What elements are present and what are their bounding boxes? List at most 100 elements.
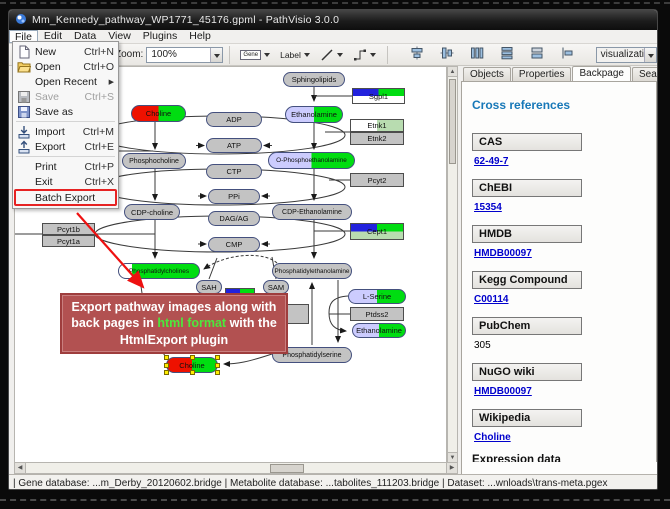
distribute-horizontal-button[interactable] bbox=[466, 46, 488, 64]
menu-plugins[interactable]: Plugins bbox=[137, 30, 183, 43]
label-tool-button[interactable]: Label bbox=[276, 46, 314, 64]
distribute-horizontal-icon bbox=[470, 46, 484, 63]
pathway-node-ctp[interactable]: CTP bbox=[206, 164, 262, 179]
pathway-node-o-phosphoethanolamine[interactable]: O-Phosphoethanolamine bbox=[268, 152, 355, 169]
selection-handle[interactable] bbox=[190, 370, 195, 375]
node-label: Choline bbox=[146, 109, 171, 118]
xref-link[interactable]: C00114 bbox=[474, 294, 508, 305]
pathway-node-etnk1[interactable]: Etnk1 bbox=[350, 119, 404, 132]
pathway-node-choline[interactable]: Choline bbox=[131, 105, 186, 122]
submenu-arrow-icon: ▶ bbox=[109, 78, 114, 86]
pathway-node-l-serine[interactable]: L-Serine bbox=[348, 289, 406, 304]
pathway-node-atp[interactable]: ATP bbox=[206, 138, 262, 153]
tab-objects[interactable]: Objects bbox=[463, 67, 511, 81]
menu-help[interactable]: Help bbox=[183, 30, 217, 43]
connector-tool-button[interactable] bbox=[349, 46, 380, 64]
selection-handle[interactable] bbox=[215, 370, 220, 375]
pathway-node-phosphatidylcholines[interactable]: Phosphatidylcholines bbox=[118, 263, 200, 279]
file-menu-item-open[interactable]: OpenCtrl+O bbox=[13, 59, 118, 74]
selection-handle[interactable] bbox=[215, 355, 220, 360]
pathway-node-ethanolamine[interactable]: Ethanolamine bbox=[352, 323, 406, 338]
file-menu-item-batch-export[interactable]: Batch Export bbox=[13, 189, 118, 206]
file-menu-item-export[interactable]: ExportCtrl+E bbox=[13, 139, 118, 154]
align-center-y-button[interactable] bbox=[436, 46, 458, 64]
pathway-node-phosphocholine[interactable]: Phosphocholine bbox=[122, 153, 186, 169]
xref-link[interactable]: HMDB00097 bbox=[474, 248, 532, 259]
node-label: Phosphatidylserine bbox=[282, 352, 341, 359]
gene-datanode-button[interactable]: Gene bbox=[236, 46, 274, 64]
horizontal-scroll-thumb[interactable] bbox=[270, 464, 304, 473]
chevron-down-icon[interactable] bbox=[644, 48, 656, 62]
backpage-panel: Cross references CAS62-49-7ChEBI15354HMD… bbox=[461, 81, 657, 475]
window-title: Mm_Kennedy_pathway_WP1771_45176.gpml - P… bbox=[32, 14, 339, 26]
pathway-node-etnk2[interactable]: Etnk2 bbox=[350, 132, 404, 145]
pathway-node-cmp[interactable]: CMP bbox=[208, 237, 260, 252]
tab-properties[interactable]: Properties bbox=[512, 67, 572, 81]
xref-source-name: Kegg Compound bbox=[472, 271, 582, 289]
pathway-node-pcyt1a[interactable]: Pcyt1a bbox=[42, 235, 95, 247]
pathway-node-cdp-choline[interactable]: CDP-choline bbox=[124, 204, 180, 220]
selection-handle[interactable] bbox=[215, 363, 220, 368]
gene-datanode-icon: Gene bbox=[240, 50, 261, 60]
pathvisio-window: Mm_Kennedy_pathway_WP1771_45176.gpml - P… bbox=[8, 9, 658, 490]
file-menu-item-save[interactable]: SaveCtrl+S bbox=[13, 89, 118, 104]
file-menu-item-print[interactable]: PrintCtrl+P bbox=[13, 159, 118, 174]
pathway-node-cept1[interactable]: Cept1 bbox=[350, 223, 404, 240]
vertical-scroll-thumb[interactable] bbox=[449, 79, 456, 164]
scroll-down-icon[interactable]: ▼ bbox=[448, 452, 457, 462]
file-menu-item-open-recent[interactable]: Open Recent▶ bbox=[13, 74, 118, 89]
zoom-combobox[interactable]: 100% bbox=[146, 47, 222, 63]
distribute-vertical-button[interactable] bbox=[496, 46, 518, 64]
canvas-vertical-scrollbar[interactable]: ▲ ▼ bbox=[447, 66, 458, 463]
scroll-left-icon[interactable]: ◀ bbox=[15, 463, 26, 473]
pathway-node-sphingolipids[interactable]: Sphingolipids bbox=[283, 72, 345, 87]
pathway-node-sgpl1[interactable]: Sgpl1 bbox=[352, 88, 405, 104]
xref-link[interactable]: HMDB00097 bbox=[474, 386, 532, 397]
pathway-node-cdp-ethanolamine[interactable]: CDP-Ethanolamine bbox=[272, 204, 352, 220]
pathway-node-adp[interactable]: ADP bbox=[206, 112, 262, 127]
screenshot-background: Mm_Kennedy_pathway_WP1771_45176.gpml - P… bbox=[0, 0, 670, 509]
xref-link[interactable]: Choline bbox=[474, 432, 511, 443]
node-label: Sphingolipids bbox=[292, 75, 337, 84]
align-bracket-button[interactable] bbox=[556, 46, 578, 64]
line-icon bbox=[320, 48, 334, 62]
pathway-node-dag-ag[interactable]: DAG/AG bbox=[208, 211, 260, 226]
pathway-node-ppi[interactable]: PPi bbox=[208, 189, 260, 204]
selection-handle[interactable] bbox=[164, 355, 169, 360]
node-label: Pcyt2 bbox=[368, 176, 387, 185]
scroll-right-icon[interactable]: ▶ bbox=[446, 463, 457, 473]
selection-handle[interactable] bbox=[190, 355, 195, 360]
align-stack-button[interactable] bbox=[526, 46, 548, 64]
file-menu-item-import[interactable]: ImportCtrl+M bbox=[13, 124, 118, 139]
chevron-down-icon[interactable] bbox=[210, 48, 222, 62]
align-center-x-button[interactable] bbox=[406, 46, 428, 64]
file-menu-popup: NewCtrl+NOpenCtrl+OOpen Recent▶SaveCtrl+… bbox=[12, 41, 119, 209]
xref-link[interactable]: 62-49-7 bbox=[474, 156, 508, 167]
chevron-down-icon bbox=[370, 53, 376, 60]
file-menu-item-save-as[interactable]: Save as bbox=[13, 104, 118, 119]
node-label: Phosphatidylcholines bbox=[129, 268, 189, 275]
align-center-y-icon bbox=[440, 46, 454, 63]
pathway-node-pcyt2[interactable]: Pcyt2 bbox=[350, 173, 404, 187]
toolbar-separator bbox=[229, 46, 230, 64]
pathway-node-ethanolamine[interactable]: Ethanolamine bbox=[285, 106, 343, 123]
line-tool-button[interactable] bbox=[316, 46, 347, 64]
visualization-combobox[interactable]: visualization bbox=[596, 47, 657, 63]
file-menu-item-exit[interactable]: ExitCtrl+X bbox=[13, 174, 118, 189]
xref-link[interactable]: 15354 bbox=[474, 202, 502, 213]
tab-backpage[interactable]: Backpage bbox=[572, 66, 630, 81]
selection-handle[interactable] bbox=[164, 363, 169, 368]
pathway-node-pcyt1b[interactable]: Pcyt1b bbox=[42, 223, 95, 235]
pathway-node-ptdss2[interactable]: Ptdss2 bbox=[350, 307, 404, 321]
title-bar[interactable]: Mm_Kennedy_pathway_WP1771_45176.gpml - P… bbox=[9, 10, 657, 30]
pathway-node-sam[interactable]: SAM bbox=[263, 280, 289, 294]
pathway-node-choline[interactable]: Choline bbox=[166, 357, 218, 373]
selection-handle[interactable] bbox=[164, 370, 169, 375]
tab-search[interactable]: Search bbox=[632, 67, 658, 81]
pathway-node-sah[interactable]: SAH bbox=[196, 280, 222, 294]
file-menu-item-new[interactable]: NewCtrl+N bbox=[13, 44, 118, 59]
canvas-horizontal-scrollbar[interactable]: ◀ ▶ bbox=[14, 462, 458, 474]
pathway-node-phosphatidylethanolamine[interactable]: Phosphatidylethanolamine bbox=[272, 263, 352, 279]
scroll-up-icon[interactable]: ▲ bbox=[448, 67, 457, 77]
open-folder-icon bbox=[16, 61, 31, 73]
